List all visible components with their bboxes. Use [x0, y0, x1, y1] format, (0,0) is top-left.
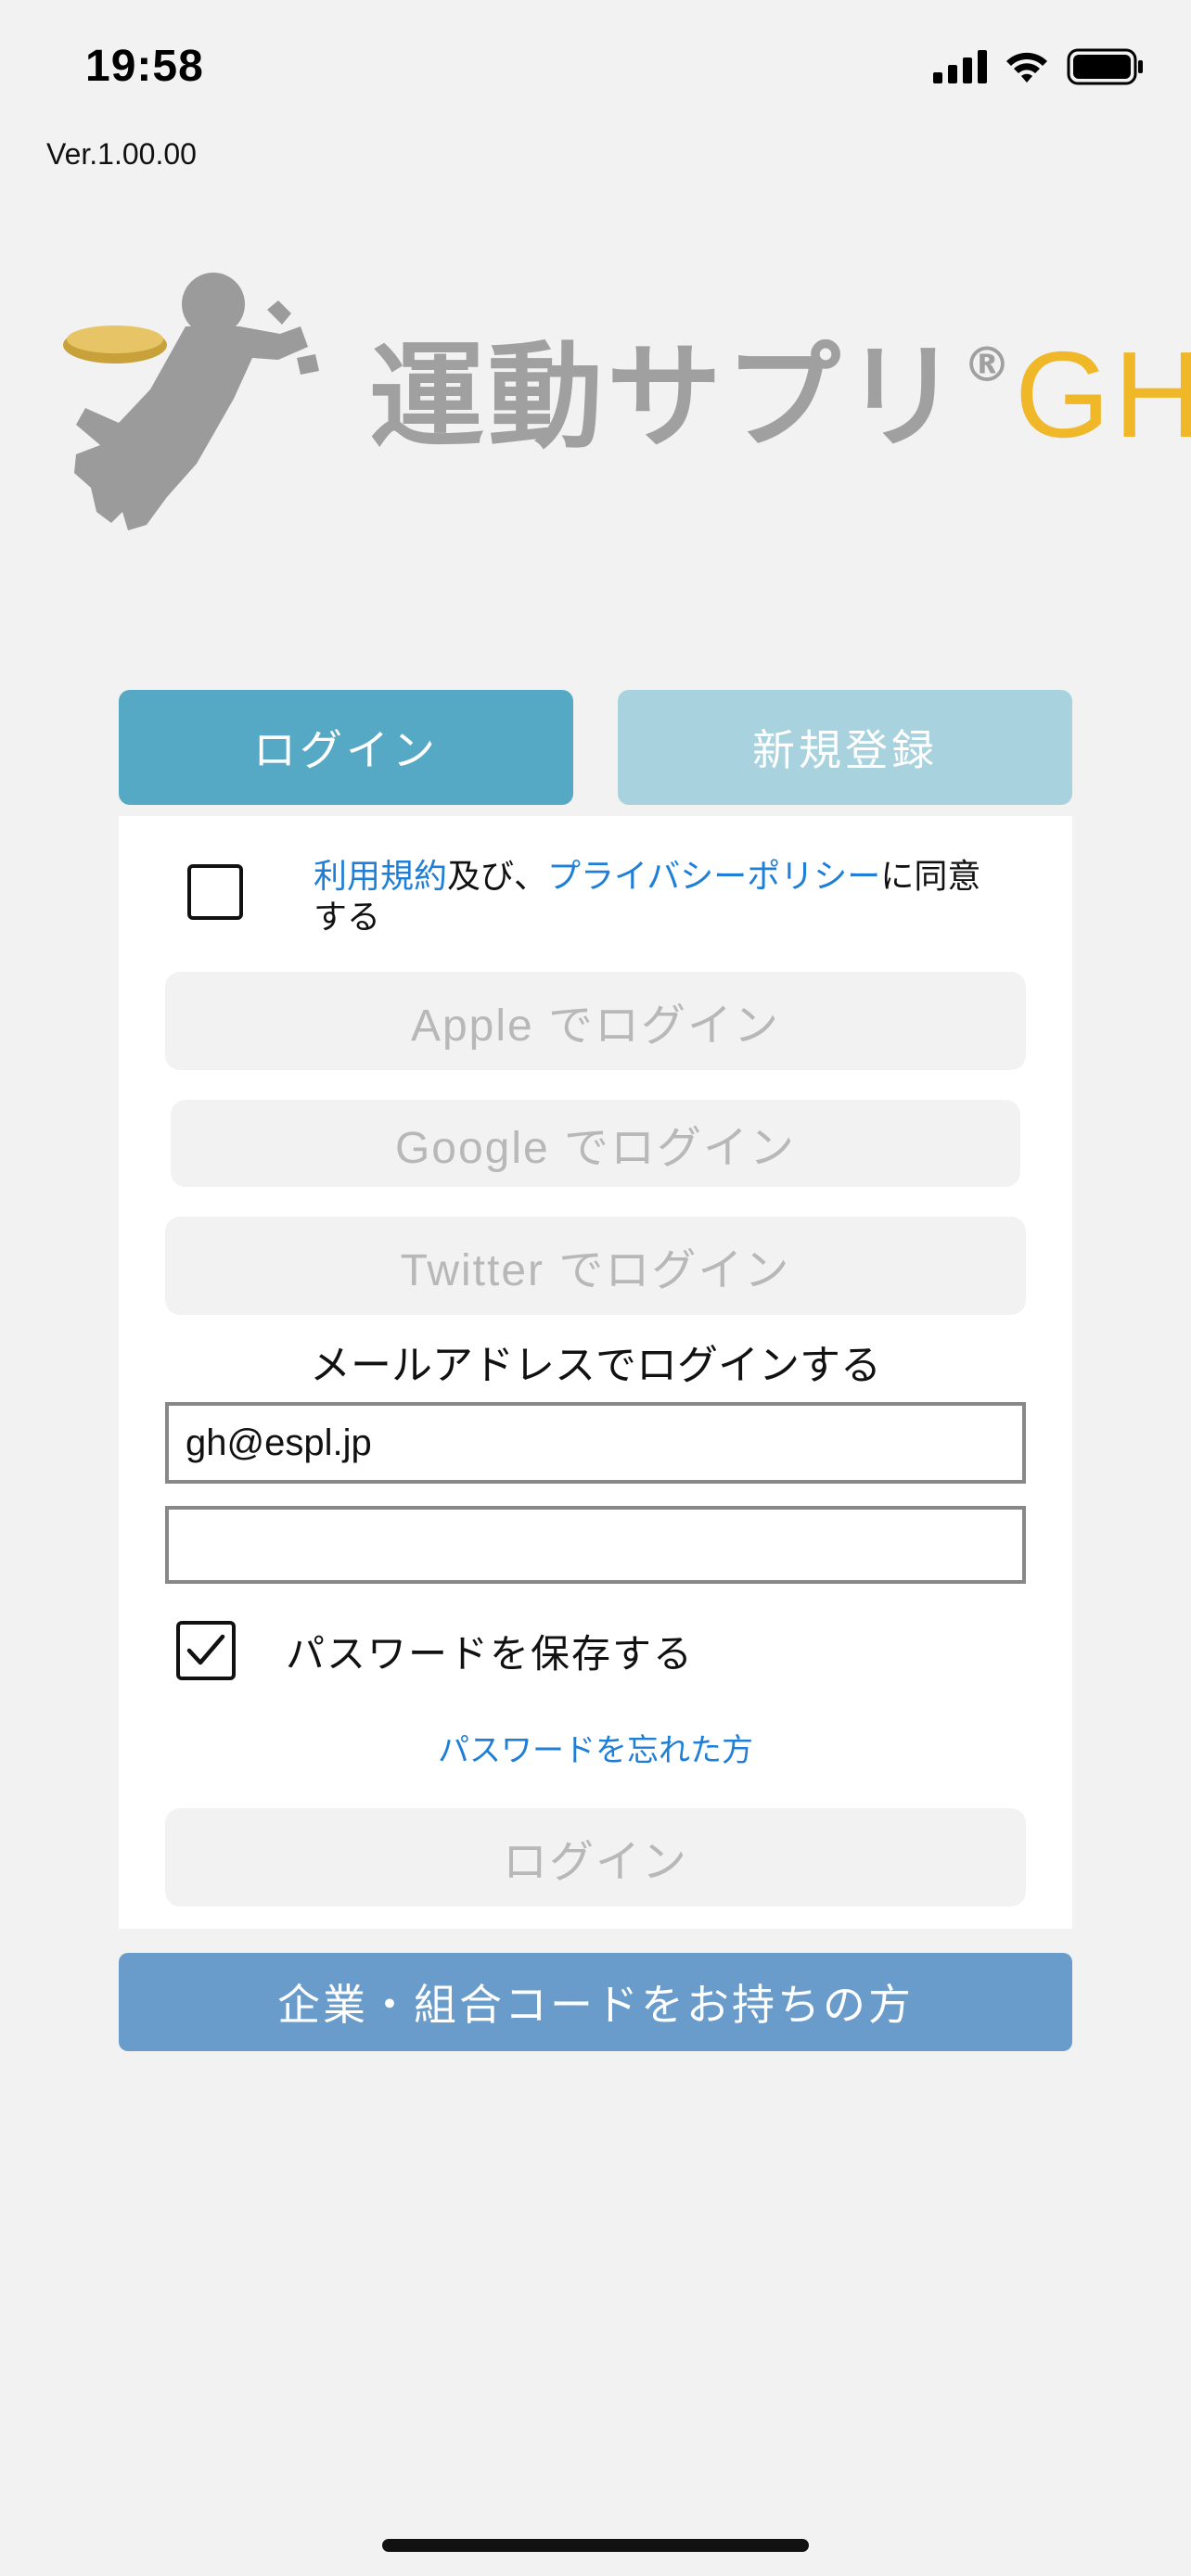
terms-text-mid: 及び、	[447, 858, 548, 896]
checkmark-icon	[186, 1634, 225, 1665]
tab-register[interactable]: 新規登録	[618, 690, 1072, 805]
status-bar-icons	[933, 48, 1145, 85]
wifi-icon	[1006, 52, 1047, 83]
corporate-code-button[interactable]: 企業・組合コードをお持ちの方	[119, 1953, 1072, 2051]
home-indicator[interactable]	[382, 2539, 809, 2552]
privacy-policy-link[interactable]: プライバシーポリシー	[547, 858, 880, 896]
mascot-logo-icon	[63, 273, 319, 530]
app-logo-text: 運動サプリ®GH	[369, 334, 1191, 456]
google-login-button[interactable]: Google でログイン	[171, 1100, 1020, 1187]
tab-login[interactable]: ログイン	[119, 690, 573, 805]
status-bar-time: 19:58	[85, 42, 204, 91]
cellular-signal-icon	[933, 50, 987, 83]
app-version: Ver.1.00.00	[46, 137, 197, 171]
terms-of-service-link[interactable]: 利用規約	[314, 858, 447, 896]
logo-suffix: GH	[1015, 326, 1191, 463]
email-input[interactable]: gh@espl.jp	[165, 1402, 1026, 1484]
logo-name: 運動サプリ	[369, 331, 964, 465]
forgot-password-link[interactable]: パスワードを忘れた方	[119, 1725, 1072, 1770]
terms-agree-checkbox[interactable]	[187, 864, 243, 920]
battery-icon	[1067, 48, 1143, 85]
twitter-login-button[interactable]: Twitter でログイン	[165, 1217, 1026, 1315]
registered-mark: ®	[963, 338, 1016, 393]
save-password-checkbox[interactable]	[176, 1621, 236, 1680]
save-password-label: パスワードを保存する	[286, 1631, 695, 1677]
login-submit-button[interactable]: ログイン	[165, 1808, 1026, 1906]
password-input[interactable]	[165, 1506, 1026, 1584]
terms-agree-text: 利用規約及び、プライバシーポリシーに同意する	[314, 857, 1000, 938]
apple-login-button[interactable]: Apple でログイン	[165, 972, 1026, 1070]
email-login-heading: メールアドレスでログインする	[310, 1342, 881, 1389]
